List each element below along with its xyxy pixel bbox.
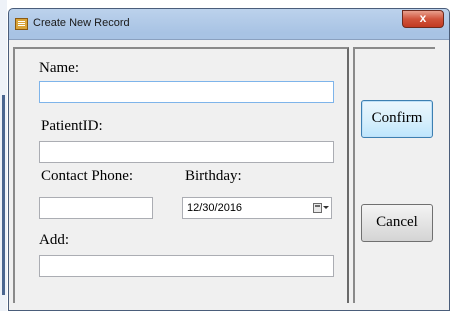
dialog-body: Name: PatientID: Contact Phone: Birthday… (9, 39, 449, 310)
patient-id-input[interactable] (39, 141, 334, 163)
actions-group-box (353, 47, 435, 303)
name-label: Name: (39, 60, 79, 76)
title-bar[interactable]: Create New Record x (9, 9, 449, 39)
create-record-dialog: Create New Record x Name: PatientID: Con… (8, 8, 450, 311)
background-window-edge (0, 0, 7, 311)
add-input[interactable] (39, 255, 334, 277)
form-icon (15, 18, 28, 30)
window-title: Create New Record (33, 17, 130, 29)
calendar-icon[interactable] (313, 203, 322, 213)
chevron-down-icon[interactable] (323, 206, 329, 209)
contact-phone-label: Contact Phone: (41, 168, 134, 184)
name-input[interactable] (39, 81, 334, 103)
close-button[interactable]: x (402, 10, 444, 28)
add-label: Add: (39, 232, 69, 248)
confirm-button[interactable]: Confirm (361, 100, 433, 138)
birthday-value: 12/30/2016 (187, 202, 243, 214)
contact-phone-input[interactable] (39, 197, 153, 219)
cancel-button[interactable]: Cancel (361, 204, 433, 242)
close-icon: x (419, 11, 427, 25)
birthday-label: Birthday: (185, 168, 242, 184)
patient-id-label: PatientID: (41, 118, 103, 134)
birthday-date-picker[interactable]: 12/30/2016 (182, 197, 332, 219)
